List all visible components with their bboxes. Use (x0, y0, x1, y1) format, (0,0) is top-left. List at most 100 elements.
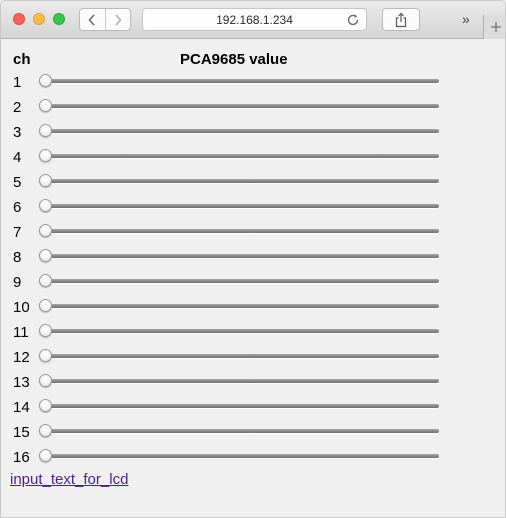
slider-thumb[interactable] (39, 349, 52, 362)
slider-track[interactable] (39, 404, 439, 408)
minimize-window-button[interactable] (33, 13, 45, 25)
channel-number: 5 (13, 174, 22, 191)
channel-value-slider[interactable] (39, 299, 439, 313)
slider-track[interactable] (39, 129, 439, 133)
channel-row: 10 (1, 297, 505, 322)
channel-value-slider[interactable] (39, 99, 439, 113)
channel-value-slider[interactable] (39, 449, 439, 463)
browser-window: 192.168.1.234 » ch PCA9685 value 1234567… (0, 0, 506, 518)
slider-thumb[interactable] (39, 124, 52, 137)
address-bar[interactable]: 192.168.1.234 (142, 8, 367, 31)
slider-thumb[interactable] (39, 199, 52, 212)
channel-number: 7 (13, 224, 22, 241)
channel-row: 9 (1, 272, 505, 297)
slider-track[interactable] (39, 429, 439, 433)
channel-row: 4 (1, 147, 505, 172)
slider-track[interactable] (39, 154, 439, 158)
slider-track[interactable] (39, 454, 439, 458)
plus-icon (490, 22, 501, 32)
channel-value-slider[interactable] (39, 124, 439, 138)
slider-thumb[interactable] (39, 299, 52, 312)
channel-number: 1 (13, 74, 22, 91)
channel-number: 16 (13, 449, 30, 466)
slider-track[interactable] (39, 229, 439, 233)
slider-thumb[interactable] (39, 374, 52, 387)
slider-thumb[interactable] (39, 99, 52, 112)
slider-thumb[interactable] (39, 399, 52, 412)
channel-value-slider[interactable] (39, 324, 439, 338)
slider-thumb[interactable] (39, 224, 52, 237)
share-icon (395, 12, 407, 27)
channel-number: 12 (13, 349, 30, 366)
value-column-header: PCA9685 value (180, 51, 288, 68)
slider-thumb[interactable] (39, 424, 52, 437)
slider-thumb[interactable] (39, 274, 52, 287)
page-content: ch PCA9685 value 1 2 3 4 5 6 7 8 9 10 11 12 13 14 15 16… (1, 39, 505, 517)
channel-number: 14 (13, 399, 30, 416)
slider-thumb[interactable] (39, 449, 52, 462)
channel-row: 15 (1, 422, 505, 447)
channel-number: 15 (13, 424, 30, 441)
forward-button[interactable] (104, 9, 131, 30)
slider-thumb[interactable] (39, 74, 52, 87)
channel-value-slider[interactable] (39, 74, 439, 88)
channel-row: 13 (1, 372, 505, 397)
channel-row: 6 (1, 197, 505, 222)
channel-row: 1 (1, 72, 505, 97)
channel-value-slider[interactable] (39, 349, 439, 363)
share-button[interactable] (382, 8, 420, 31)
new-tab-button[interactable] (483, 15, 505, 39)
zoom-window-button[interactable] (53, 13, 65, 25)
channel-number: 13 (13, 374, 30, 391)
slider-track[interactable] (39, 304, 439, 308)
slider-track[interactable] (39, 379, 439, 383)
slider-track[interactable] (39, 179, 439, 183)
channel-number: 4 (13, 149, 22, 166)
channel-number: 10 (13, 299, 30, 316)
slider-track[interactable] (39, 104, 439, 108)
channel-column-header: ch (13, 51, 31, 68)
address-text: 192.168.1.234 (216, 12, 293, 27)
channel-row: 11 (1, 322, 505, 347)
channel-row: 16 (1, 447, 505, 472)
slider-thumb[interactable] (39, 249, 52, 262)
channel-value-slider[interactable] (39, 399, 439, 413)
channel-row: 14 (1, 397, 505, 422)
channel-value-slider[interactable] (39, 149, 439, 163)
navigation-buttons (79, 8, 131, 31)
channel-number: 8 (13, 249, 22, 266)
slider-track[interactable] (39, 204, 439, 208)
channel-number: 2 (13, 99, 22, 116)
channel-value-slider[interactable] (39, 374, 439, 388)
channel-row: 8 (1, 247, 505, 272)
channel-value-slider[interactable] (39, 224, 439, 238)
chevron-right-icon (115, 13, 122, 26)
slider-thumb[interactable] (39, 324, 52, 337)
channel-row: 7 (1, 222, 505, 247)
channel-row: 5 (1, 172, 505, 197)
close-window-button[interactable] (13, 13, 25, 25)
browser-toolbar: 192.168.1.234 » (1, 1, 505, 39)
toolbar-overflow-button[interactable]: » (462, 11, 470, 27)
lcd-text-link[interactable]: input_text_for_lcd (10, 471, 128, 488)
channel-value-slider[interactable] (39, 174, 439, 188)
channel-number: 11 (13, 324, 29, 341)
channel-row: 12 (1, 347, 505, 372)
slider-thumb[interactable] (39, 149, 52, 162)
slider-track[interactable] (39, 354, 439, 358)
channel-number: 6 (13, 199, 22, 216)
channel-row: 3 (1, 122, 505, 147)
channel-value-slider[interactable] (39, 424, 439, 438)
slider-thumb[interactable] (39, 174, 52, 187)
reload-icon[interactable] (346, 13, 360, 27)
slider-track[interactable] (39, 329, 439, 333)
back-button[interactable] (80, 9, 105, 30)
slider-track[interactable] (39, 79, 439, 83)
channel-value-slider[interactable] (39, 249, 439, 263)
channel-value-slider[interactable] (39, 199, 439, 213)
slider-track[interactable] (39, 279, 439, 283)
channel-row: 2 (1, 97, 505, 122)
chevron-left-icon (88, 13, 95, 26)
channel-value-slider[interactable] (39, 274, 439, 288)
slider-track[interactable] (39, 254, 439, 258)
